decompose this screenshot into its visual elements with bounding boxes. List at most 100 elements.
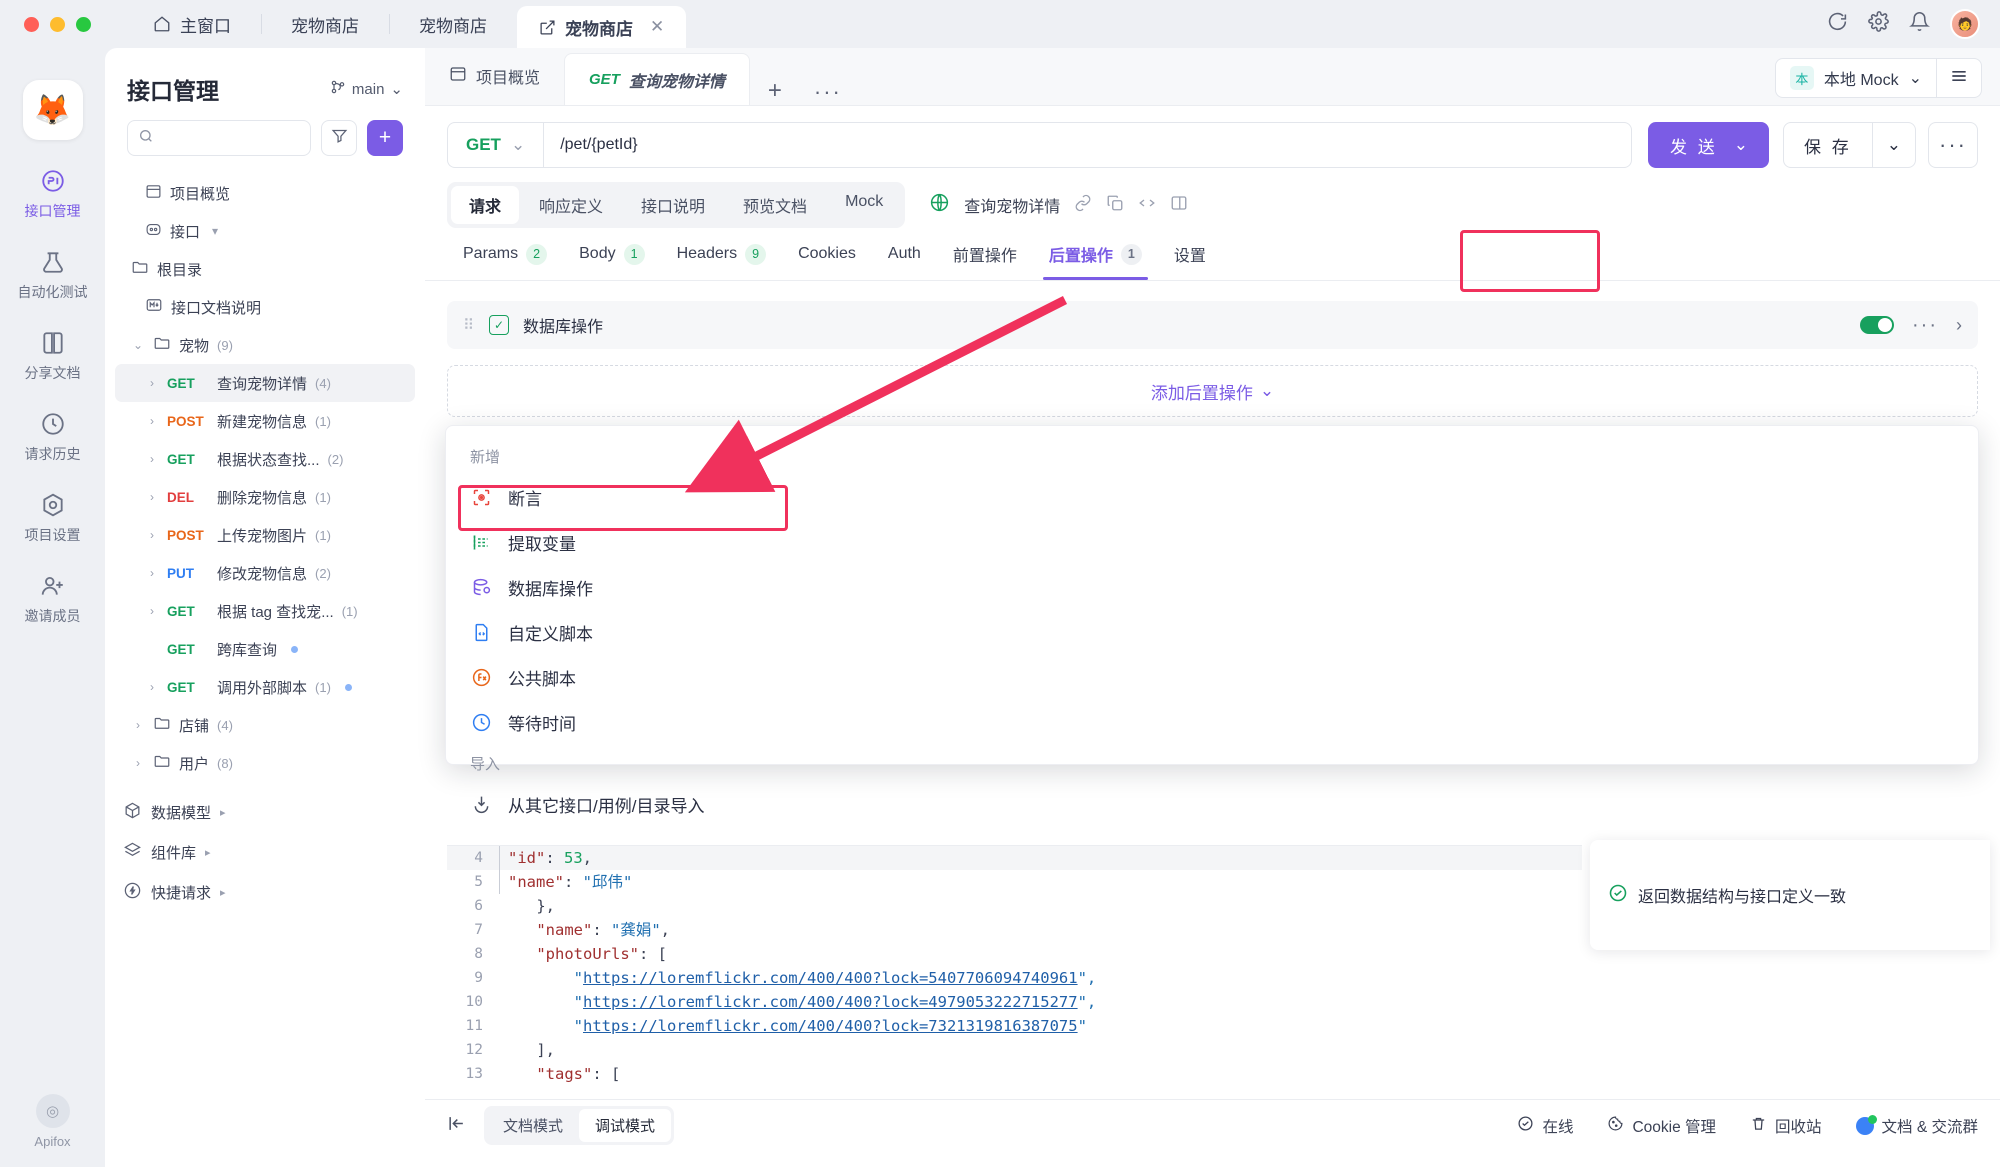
url-link[interactable]: https://loremflickr.com/400/400?lock=540… <box>583 969 1078 987</box>
pill-response-definition[interactable]: 响应定义 <box>521 186 621 224</box>
close-icon[interactable]: ✕ <box>650 17 664 37</box>
status-online[interactable]: 在线 <box>1517 1115 1573 1137</box>
tab-auth[interactable]: Auth <box>872 245 937 277</box>
gear-icon[interactable] <box>1868 11 1889 37</box>
rail-item-invite-members[interactable]: 邀请成员 <box>5 573 100 626</box>
sidebar-item-api-doc-readme[interactable]: 接口文档说明 <box>115 288 415 326</box>
branch-selector[interactable]: main ⌄ <box>330 79 403 99</box>
sidebar-api-call-external-script[interactable]: › GET 调用外部脚本 (1) <box>115 668 415 706</box>
new-tab-button[interactable]: + <box>750 77 800 105</box>
tab-headers[interactable]: Headers 9 <box>661 244 782 279</box>
sidebar-api-query-pet-detail[interactable]: › GET 查询宠物详情 (4) <box>115 364 415 402</box>
sidebar-api-find-by-status[interactable]: › GET 根据状态查找... (2) <box>115 440 415 478</box>
docs-and-community-button[interactable]: 文档 & 交流群 <box>1856 1115 1978 1137</box>
cookie-manager-button[interactable]: Cookie 管理 <box>1607 1115 1716 1137</box>
dropdown-item-database-operation[interactable]: 数据库操作 <box>446 565 1978 610</box>
chevron-right-icon[interactable]: ▸ <box>220 886 226 899</box>
chevron-down-icon[interactable]: ⌄ <box>1734 135 1751 155</box>
sidebar-folder-users[interactable]: › 用户 (8) <box>115 744 415 782</box>
search-input[interactable] <box>162 130 300 146</box>
url-link[interactable]: https://loremflickr.com/400/400?lock=497… <box>583 993 1078 1011</box>
tab-post-operation[interactable]: 后置操作 1 <box>1033 242 1158 280</box>
search-box[interactable] <box>127 120 311 156</box>
environment-selector[interactable]: 本 本地 Mock ⌄ <box>1775 58 1936 98</box>
chevron-right-icon[interactable]: ▸ <box>205 846 211 859</box>
sidebar-item-project-overview[interactable]: 项目概览 <box>115 174 415 212</box>
sidebar-api-upload-pet-image[interactable]: › POST 上传宠物图片 (1) <box>115 516 415 554</box>
tab-params[interactable]: Params 2 <box>447 244 563 279</box>
dropdown-item-import-from-other[interactable]: 从其它接口/用例/目录导入 <box>446 782 1978 827</box>
window-tab-petstore-1[interactable]: 宠物商店 <box>261 0 389 48</box>
sidebar-api-create-pet[interactable]: › POST 新建宠物信息 (1) <box>115 402 415 440</box>
pill-mock[interactable]: Mock <box>827 186 901 224</box>
pill-request[interactable]: 请求 <box>451 186 519 224</box>
chevron-right-icon[interactable]: › <box>145 566 159 580</box>
rail-item-share-docs[interactable]: 分享文档 <box>5 330 100 383</box>
add-button[interactable]: + <box>367 120 403 156</box>
globe-icon[interactable] <box>929 192 950 219</box>
step-toggle[interactable] <box>1860 316 1894 334</box>
tab-body[interactable]: Body 1 <box>563 244 660 279</box>
chevron-right-icon[interactable]: › <box>131 756 145 770</box>
check-icon[interactable]: ✓ <box>489 315 509 335</box>
window-tab-petstore-2[interactable]: 宠物商店 <box>389 0 517 48</box>
chevron-down-icon[interactable]: ⌄ <box>131 338 145 352</box>
copy-icon[interactable] <box>1106 194 1124 217</box>
recycle-bin-button[interactable]: 回收站 <box>1750 1115 1822 1137</box>
sidebar-item-apis[interactable]: 接口 ▾ <box>115 212 415 250</box>
panel-menu-button[interactable] <box>1936 58 1982 98</box>
sidebar-api-cross-db-query[interactable]: GET 跨库查询 <box>115 630 415 668</box>
chevron-right-icon[interactable]: ▸ <box>220 806 226 819</box>
chevron-right-icon[interactable]: › <box>145 414 159 428</box>
sidebar-item-component-library[interactable]: 组件库 ▸ <box>115 832 415 872</box>
minimize-window-button[interactable] <box>50 17 65 32</box>
chevron-right-icon[interactable]: › <box>1956 315 1962 336</box>
dropdown-item-public-script[interactable]: 公共脚本 <box>446 655 1978 700</box>
filter-button[interactable] <box>321 120 357 156</box>
chevron-right-icon[interactable]: › <box>145 452 159 466</box>
chevron-right-icon[interactable]: › <box>145 528 159 542</box>
sidebar-folder-pets[interactable]: ⌄ 宠物 (9) <box>115 326 415 364</box>
url-input[interactable]: /pet/{petId} <box>543 122 1632 168</box>
save-button[interactable]: 保 存 ⌄ <box>1783 122 1916 168</box>
window-tab-main[interactable]: 主窗口 <box>123 0 261 48</box>
step-more-button[interactable]: ··· <box>1912 314 1938 337</box>
split-view-icon[interactable] <box>1170 194 1188 217</box>
pill-api-description[interactable]: 接口说明 <box>623 186 723 224</box>
add-post-operation-button[interactable]: 添加后置操作 ⌄ <box>447 365 1978 417</box>
rail-item-request-history[interactable]: 请求历史 <box>5 411 100 464</box>
step-row-database-operation[interactable]: ⠿ ✓ 数据库操作 ··· › <box>447 301 1978 349</box>
dropdown-item-wait-time[interactable]: 等待时间 <box>446 700 1978 745</box>
drag-handle-icon[interactable]: ⠿ <box>463 321 475 330</box>
sidebar-folder-stores[interactable]: › 店铺 (4) <box>115 706 415 744</box>
chevron-down-icon[interactable]: ▾ <box>208 224 222 238</box>
close-window-button[interactable] <box>24 17 39 32</box>
dropdown-item-assertion[interactable]: 断言 <box>446 475 1978 520</box>
tab-overflow-button[interactable]: ··· <box>800 79 856 105</box>
sidebar-api-update-pet[interactable]: › PUT 修改宠物信息 (2) <box>115 554 415 592</box>
collapse-left-icon[interactable] <box>447 1114 466 1138</box>
tab-cookies[interactable]: Cookies <box>782 245 872 277</box>
sidebar-item-root-folder[interactable]: 根目录 <box>115 250 415 288</box>
sidebar-api-find-by-tag[interactable]: › GET 根据 tag 查找宠... (1) <box>115 592 415 630</box>
rail-item-automation[interactable]: 自动化测试 <box>5 249 100 302</box>
sidebar-api-delete-pet[interactable]: › DEL 删除宠物信息 (1) <box>115 478 415 516</box>
avatar[interactable]: 🧑 <box>1950 9 1980 39</box>
pill-preview-doc[interactable]: 预览文档 <box>725 186 825 224</box>
dropdown-item-extract-variable[interactable]: 提取变量 <box>446 520 1978 565</box>
chevron-right-icon[interactable]: › <box>131 718 145 732</box>
rail-item-api-management[interactable]: 接口管理 <box>5 168 100 221</box>
chevron-right-icon[interactable]: › <box>145 604 159 618</box>
chevron-down-icon[interactable]: ⌄ <box>1872 123 1915 167</box>
dropdown-item-custom-script[interactable]: 自定义脚本 <box>446 610 1978 655</box>
mode-debug[interactable]: 调试模式 <box>579 1109 671 1142</box>
response-json-editor[interactable]: 4 "id": 53, 5 "name": "邱伟" 6 }, 7 "name"… <box>447 845 1582 1097</box>
refresh-icon[interactable] <box>1827 11 1848 37</box>
sidebar-item-data-model[interactable]: 数据模型 ▸ <box>115 792 415 832</box>
sidebar-item-quick-request[interactable]: 快捷请求 ▸ <box>115 872 415 912</box>
url-link[interactable]: https://loremflickr.com/400/400?lock=732… <box>583 1017 1078 1035</box>
mode-document[interactable]: 文档模式 <box>487 1109 579 1142</box>
chevron-right-icon[interactable]: › <box>145 680 159 694</box>
rail-item-project-settings[interactable]: 项目设置 <box>5 492 100 545</box>
window-controls[interactable] <box>24 17 91 32</box>
